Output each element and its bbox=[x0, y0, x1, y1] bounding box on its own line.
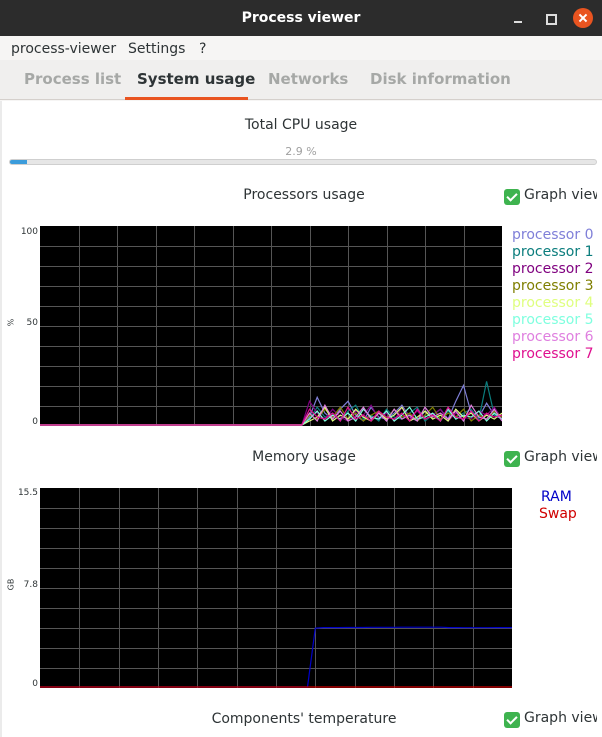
y-axis-unit: % bbox=[6, 318, 16, 327]
tab-system-usage[interactable]: System usage bbox=[137, 70, 255, 88]
cpu-progress-fill bbox=[10, 160, 27, 164]
y-tick: 100 bbox=[20, 227, 38, 237]
scrollbar-track[interactable] bbox=[597, 101, 602, 737]
memory-graph bbox=[40, 488, 512, 688]
checkbox-check-icon bbox=[504, 451, 520, 467]
checkbox-label: Graph view bbox=[524, 710, 602, 726]
menu-process-viewer[interactable]: process-viewer bbox=[11, 40, 116, 58]
checkbox-label: Graph view bbox=[524, 449, 602, 465]
minimize-icon[interactable] bbox=[508, 8, 528, 28]
legend-processor-3: processor 3 bbox=[512, 278, 594, 294]
cpu-progress-bar bbox=[9, 159, 597, 165]
legend-swap: Swap bbox=[539, 506, 577, 522]
legend-processor-2: processor 2 bbox=[512, 261, 594, 277]
menu-bar: process-viewer Settings ? bbox=[0, 36, 602, 60]
legend-processor-7: processor 7 bbox=[512, 346, 594, 362]
menu-help[interactable]: ? bbox=[199, 40, 206, 58]
legend-processor-5: processor 5 bbox=[512, 312, 594, 328]
y-axis-unit: GB bbox=[6, 578, 16, 591]
close-icon[interactable] bbox=[573, 8, 593, 28]
checkbox-label: Graph view bbox=[524, 187, 602, 203]
app-window: Process viewer process-viewer Settings ?… bbox=[0, 0, 602, 737]
tab-networks[interactable]: Networks bbox=[268, 70, 348, 88]
legend-processor-1: processor 1 bbox=[512, 244, 594, 260]
active-tab-indicator bbox=[125, 97, 248, 100]
cpu-percent-text: 2.9 % bbox=[285, 145, 317, 158]
checkbox-check-icon bbox=[504, 712, 520, 728]
checkbox-check-icon bbox=[504, 189, 520, 205]
legend-ram: RAM bbox=[541, 489, 572, 505]
y-tick: 15.5 bbox=[17, 488, 38, 498]
y-tick: 0 bbox=[32, 417, 38, 427]
maximize-icon[interactable] bbox=[540, 8, 560, 28]
tab-bar: Process list System usage Networks Disk … bbox=[0, 60, 602, 100]
title-bar[interactable]: Process viewer bbox=[0, 0, 602, 36]
processors-graph bbox=[40, 226, 502, 426]
legend-processor-4: processor 4 bbox=[512, 295, 594, 311]
menu-settings[interactable]: Settings bbox=[128, 40, 185, 58]
legend-processor-0: processor 0 bbox=[512, 227, 594, 243]
total-cpu-title: Total CPU usage bbox=[244, 117, 358, 133]
tab-process-list[interactable]: Process list bbox=[24, 70, 121, 88]
tab-disk-information[interactable]: Disk information bbox=[370, 70, 511, 88]
legend-processor-6: processor 6 bbox=[512, 329, 594, 345]
y-tick: 0 bbox=[32, 679, 38, 689]
